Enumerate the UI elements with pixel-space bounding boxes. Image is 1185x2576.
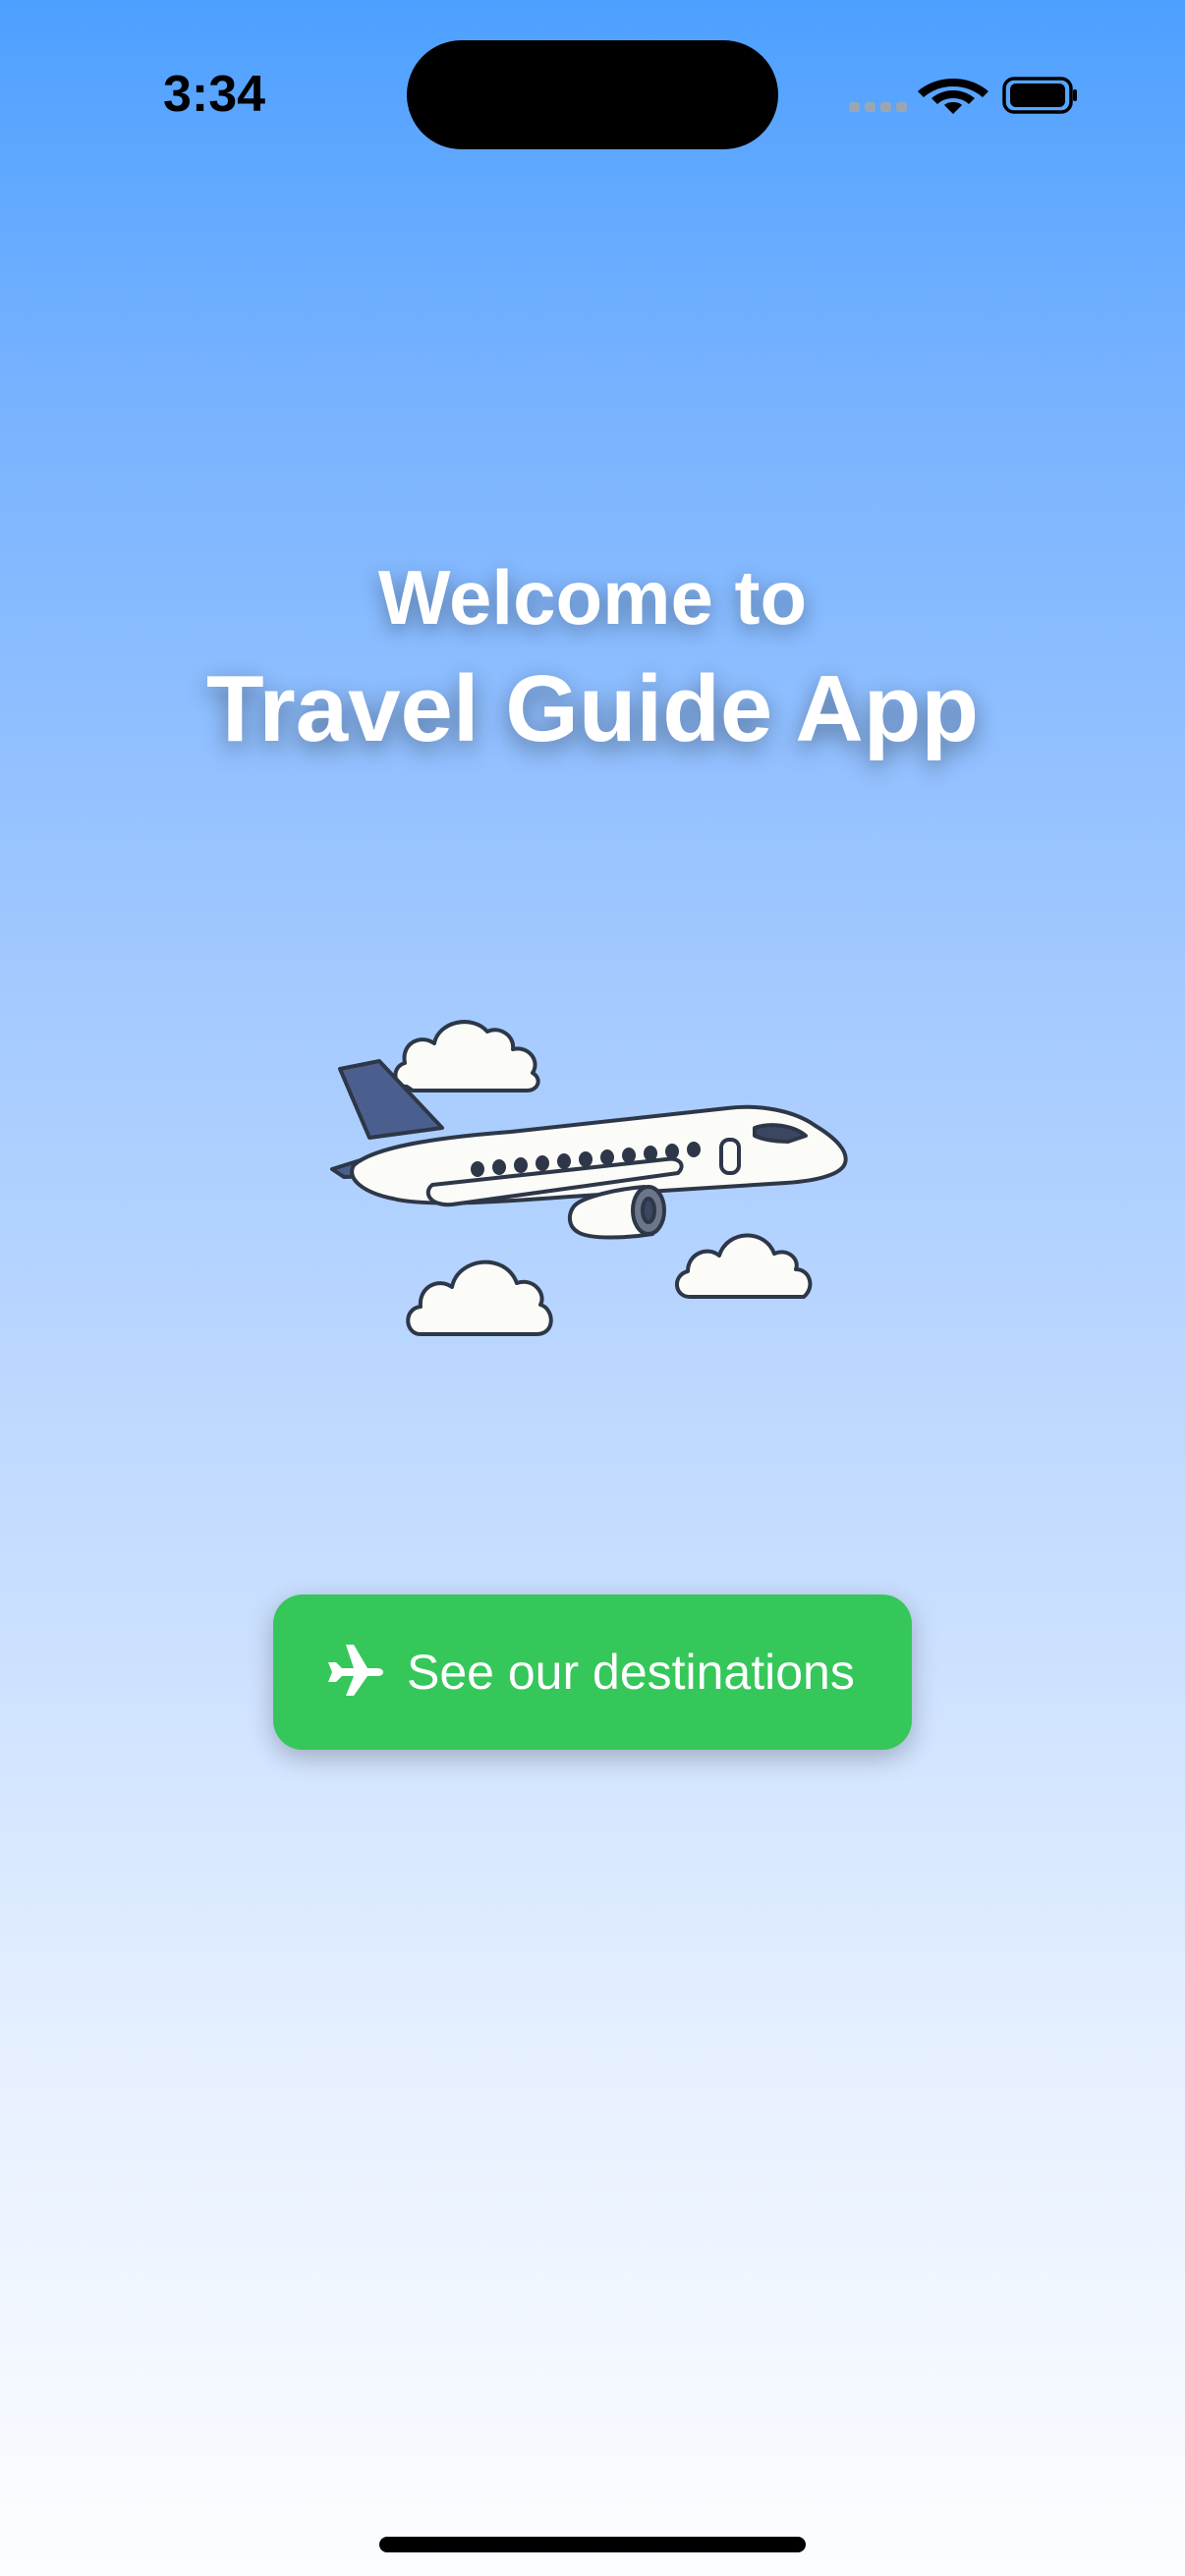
home-indicator[interactable] xyxy=(379,2537,806,2552)
airplane-with-clouds-illustration xyxy=(314,982,865,1356)
see-destinations-button[interactable]: See our destinations xyxy=(273,1595,912,1750)
cloud-icon xyxy=(675,1233,813,1299)
battery-icon xyxy=(1002,77,1077,114)
welcome-screen: 3:34 Welcome to Travel Guide App See our… xyxy=(0,0,1185,2576)
welcome-heading: Welcome to xyxy=(377,554,808,641)
app-title: Travel Guide App xyxy=(206,656,979,761)
status-time: 3:34 xyxy=(163,66,266,123)
cellular-signal-icon xyxy=(849,102,907,112)
cloud-icon xyxy=(406,1260,553,1336)
dynamic-island xyxy=(407,40,778,149)
cloud-icon xyxy=(393,1020,540,1092)
status-icons xyxy=(845,71,1081,120)
wifi-icon xyxy=(918,79,988,114)
airplane-icon xyxy=(322,1642,383,1703)
see-destinations-label: See our destinations xyxy=(407,1645,855,1700)
